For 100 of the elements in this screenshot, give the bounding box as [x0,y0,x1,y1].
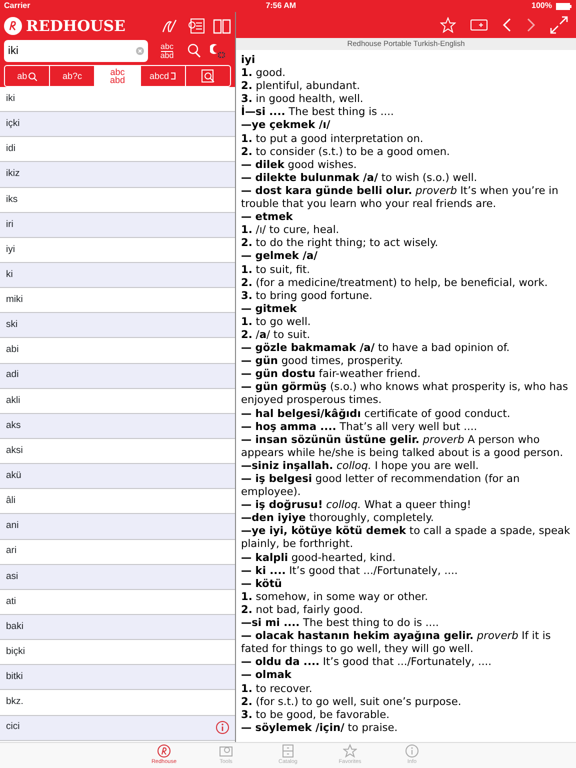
magnifier-icon [28,72,38,80]
add-card-button[interactable] [470,18,488,32]
book-button[interactable] [213,18,231,34]
logo-icon [4,17,22,35]
search-mode-tab[interactable]: abc abd [95,66,141,86]
definition-line: — dilekte bulunmak /a/ to wish (s.o.) well. [241,172,478,185]
word-list-item[interactable]: aksi [6,444,23,458]
definition-line: 2. (for a medicine/treatment) to help, be beneficial, work. [241,276,549,290]
word-list-item[interactable]: akli [6,394,20,408]
entry-heading: —ye çekmek /ı/ [241,119,332,133]
definition-line: — dost kara günde belli olur. proverb It’s when you’re in trouble that you learn who your real friends are. [241,184,560,212]
word-list-item[interactable]: bkz. [6,695,24,710]
definition-line: — gün good times, prosperity. [241,355,404,368]
definition-line: —siniz inşallah. colloq. I hope you are well. [241,460,480,473]
definition-line: 2. not bad, fairly good. [241,604,364,618]
entry-heading: — kötü [241,578,283,591]
word-list-item[interactable]: âli [6,494,16,508]
definition-line: — dilek good wishes. [241,158,358,172]
definition-line: 2. to do the right thing; to act wisely. [241,237,440,250]
cabinet-icon [281,744,295,758]
definition-line: — kalpli good-hearted, kind. [241,552,397,565]
logo-icon [157,744,171,758]
word-list-item[interactable]: ikiz [6,167,20,182]
word-list-item[interactable]: bitki [6,670,23,684]
document-search-icon [200,69,215,83]
definition-line: 2. plentiful, abundant. [241,80,361,94]
document-button[interactable] [187,18,205,34]
word-list-item[interactable]: içki [6,117,20,132]
definition-line: 1. to put a good interpretation on. [241,132,424,146]
definition-line: — gözle bakmamak /a/ to have a bad opinion of. [241,342,511,356]
definition-line: — iş doğrusu! colloq. What a queer thing! [241,499,472,512]
definition-line: 2. /a/ to suit. [241,328,312,342]
word-list-item[interactable]: ski [6,318,18,332]
definition-line: — insan sözünün üstüne gelir. proverb A person who appears while he/she is being talked about is a good person. [241,434,564,460]
word-list-item[interactable]: asi [6,570,18,584]
entry-heading: — olmak [241,669,292,682]
definition-line: 1. to go well. [241,316,312,329]
handwriting-button[interactable] [161,18,179,34]
definition-line: — söylemek /için/ to praise. [241,722,399,735]
forward-button[interactable] [526,17,536,33]
back-button[interactable] [502,17,512,33]
star-icon [343,744,357,758]
definition-line: — gün dostu fair-weather friend. [241,368,422,382]
definition-line: İ—si .... The best thing is .... [241,106,395,120]
battery-percent: 100% [532,0,552,12]
word-list-item[interactable]: ati [6,594,16,609]
entry-heading: — gitmek [241,302,298,316]
definition-line: 1. to recover. [241,682,314,696]
search-button[interactable] [186,43,202,59]
word-list-item[interactable]: akü [6,469,22,484]
word-list-item[interactable]: miki [6,293,23,308]
search-field[interactable]: iki [4,40,148,62]
word-list-item[interactable]: aks [6,418,21,434]
word-list-item[interactable]: iri [6,218,14,232]
definition-line: 2. to consider (s.t.) to be a good omen. [241,146,451,159]
word-list-item[interactable]: idi [6,142,16,156]
word-list-item[interactable]: ki [6,268,13,282]
word-list-item[interactable]: biçki [6,645,26,660]
word-list-item[interactable]: abi [6,343,19,358]
favorite-star-button[interactable] [440,17,456,33]
word-list-item[interactable]: cici [6,720,20,735]
word-list-item[interactable]: ari [6,544,17,559]
definition-line: 1. /ı/ to cure, heal. [241,224,340,238]
definition-line: — hoş amma .... That’s all very well but .... [241,420,478,434]
definition-line: — hal belgesi/kâğıdı certificate of good conduct. [241,408,512,421]
app-title: REDHOUSE [26,16,126,37]
definition-line: 3. to be good, be favorable. [241,708,391,722]
definition-line: — gelmek /a/ [241,250,319,264]
carrier-label: Carrier [4,0,30,12]
info-icon[interactable] [216,721,229,734]
definition-line: — ki .... It’s good that .../Fortunately, .... [241,564,459,578]
battery-icon [556,2,572,10]
info-icon [405,744,419,758]
search-mode-tab[interactable]: ab [5,66,50,86]
definition-line: 1. to suit, fit. [241,264,312,277]
expand-button[interactable] [550,16,568,34]
language-button[interactable] [210,43,226,59]
definition-line: 3. to bring good fortune. [241,290,374,303]
definition-line: — iş belgesi good letter of recommendation (for an employee). [241,473,521,500]
word-list-item[interactable]: baki [6,620,24,634]
definition-line: 2. (for s.t.) to go well, suit one’s purpose. [241,696,462,709]
definition-line: — olacak hastanın hekim ayağına gelir. proverb If it is fated for things to go well, they will go well. [241,630,552,656]
definition-line: 3. in good health, well. [241,93,364,106]
word-list-item[interactable]: iki [6,92,15,106]
word-list-item[interactable]: iks [6,192,18,207]
definition-line: —den iyiye thoroughly, completely. [241,512,435,526]
clock: 7:56 AM [266,0,296,12]
search-mode-tab[interactable]: abcd [140,66,186,86]
definition-line: 1. good. [241,67,287,80]
definition-line: 1. somehow, in some way or other. [241,590,430,604]
definition-line: — oldu da .... It’s good that .../Fortunately, .... [241,656,492,670]
definition-line: —ye iyi, kötüye kötü demek to call a spade a spade, speak plainly, be forthright. [241,525,572,552]
word-list-item[interactable]: iyi [6,242,15,258]
definition-line: — gün görmüş (s.o.) who knows what prosperity is, who has enjoyed prosperous times. [241,381,569,408]
word-list-item[interactable]: ani [6,519,19,534]
compare-button[interactable]: abc abd [156,42,178,60]
word-list-item[interactable]: adi [6,368,19,383]
toolbox-icon [219,744,233,758]
definition-line: —si mi .... The best thing to do is .... [241,617,440,630]
entry-heading: iyi [241,54,256,68]
